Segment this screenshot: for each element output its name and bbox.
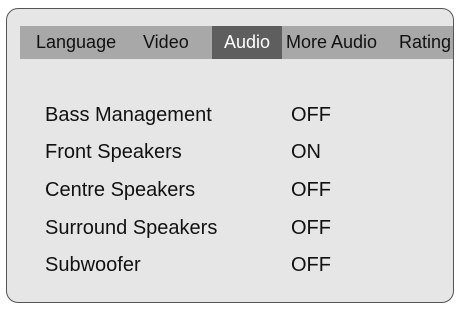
tab-bar: Language Video Audio More Audio Rating: [20, 26, 453, 59]
tab-rating[interactable]: Rating: [397, 26, 453, 59]
setting-value[interactable]: ON: [291, 141, 321, 164]
setting-label: Surround Speakers: [45, 217, 218, 239]
setting-value[interactable]: OFF: [291, 104, 331, 127]
tab-audio[interactable]: Audio: [212, 26, 282, 59]
tab-language[interactable]: Language: [20, 26, 142, 59]
setting-row-centre-speakers[interactable]: Centre Speakers OFF: [45, 179, 445, 209]
setting-label: Front Speakers: [45, 141, 182, 163]
setting-row-front-speakers[interactable]: Front Speakers ON: [45, 141, 445, 171]
setting-row-subwoofer[interactable]: Subwoofer OFF: [45, 254, 445, 284]
audio-setup-panel: Language Video Audio More Audio Rating B…: [6, 8, 454, 303]
setting-label: Bass Management: [45, 104, 212, 126]
setting-value[interactable]: OFF: [291, 179, 331, 202]
tab-video[interactable]: Video: [142, 26, 212, 59]
setting-row-bass-management[interactable]: Bass Management OFF: [45, 104, 445, 134]
setting-value[interactable]: OFF: [291, 217, 331, 240]
setting-value[interactable]: OFF: [291, 254, 331, 277]
setting-label: Centre Speakers: [45, 179, 196, 201]
tab-more-audio[interactable]: More Audio: [282, 26, 397, 59]
setting-row-surround-speakers[interactable]: Surround Speakers OFF: [45, 217, 445, 247]
setting-label: Subwoofer: [45, 254, 141, 276]
